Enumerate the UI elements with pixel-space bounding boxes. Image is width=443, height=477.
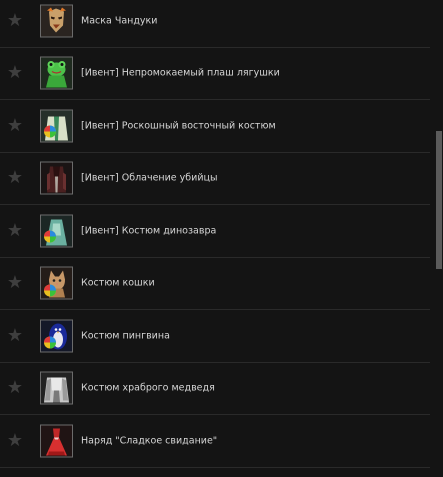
list-item[interactable]: ★ Костюм храброго медведя	[0, 363, 430, 415]
cat-costume-icon	[40, 266, 73, 300]
star-icon[interactable]: ★	[6, 116, 24, 135]
list-item[interactable]: ★ Костюм кошки	[0, 258, 430, 310]
scrollbar-thumb[interactable]	[436, 131, 442, 269]
eastern-costume-icon	[40, 109, 73, 143]
item-label: Костюм кошки	[81, 277, 155, 289]
frog-raincoat-icon	[40, 56, 73, 90]
bear-costume-icon	[40, 371, 73, 405]
item-label: Костюм пингвина	[81, 330, 170, 342]
assassin-outfit-icon	[40, 161, 73, 195]
scrollbar-track[interactable]	[435, 0, 443, 477]
item-label: Костюм храброго медведя	[81, 382, 215, 394]
list-item[interactable]: ★ Маска Чандуки	[0, 0, 430, 48]
star-icon[interactable]: ★	[6, 169, 24, 187]
item-label: [Ивент] Роскошный восточный костюм	[81, 120, 276, 132]
star-icon[interactable]: ★	[6, 274, 24, 292]
list-item[interactable]: ★ Наряд "Сладкое свидание"	[0, 415, 430, 468]
star-icon[interactable]: ★	[6, 64, 24, 82]
star-icon[interactable]: ★	[6, 11, 24, 30]
list-item[interactable]: ★ [Ивент] Костюм динозавра	[0, 205, 430, 258]
item-label: Наряд "Сладкое свидание"	[81, 435, 218, 447]
item-label: [Ивент] Облачение убийцы	[81, 172, 218, 184]
list-item[interactable]: ★ [Ивент] Облачение убийцы	[0, 153, 430, 205]
list-item[interactable]: ★ [Ивент] Роскошный восточный костюм	[0, 100, 430, 153]
star-icon[interactable]: ★	[6, 326, 24, 345]
dinosaur-costume-icon	[40, 214, 73, 248]
list-item[interactable]: ★ [Ивент] Непромокаемый плаш лягушки	[0, 48, 430, 100]
item-label: [Ивент] Непромокаемый плаш лягушки	[81, 67, 280, 79]
star-icon[interactable]: ★	[6, 431, 24, 450]
item-label: [Ивент] Костюм динозавра	[81, 225, 217, 237]
item-list-panel: ★ Маска Чандуки ★ [Ивент] Непромокаемый …	[0, 0, 443, 477]
penguin-costume-icon	[40, 319, 73, 353]
list-item[interactable]: ★ Костюм пингвина	[0, 310, 430, 363]
star-icon[interactable]: ★	[6, 379, 24, 397]
item-list: ★ Маска Чандуки ★ [Ивент] Непромокаемый …	[0, 0, 430, 468]
red-dress-icon	[40, 424, 73, 458]
item-label: Маска Чандуки	[81, 15, 158, 27]
mask-icon	[40, 4, 73, 38]
star-icon[interactable]: ★	[6, 221, 24, 240]
